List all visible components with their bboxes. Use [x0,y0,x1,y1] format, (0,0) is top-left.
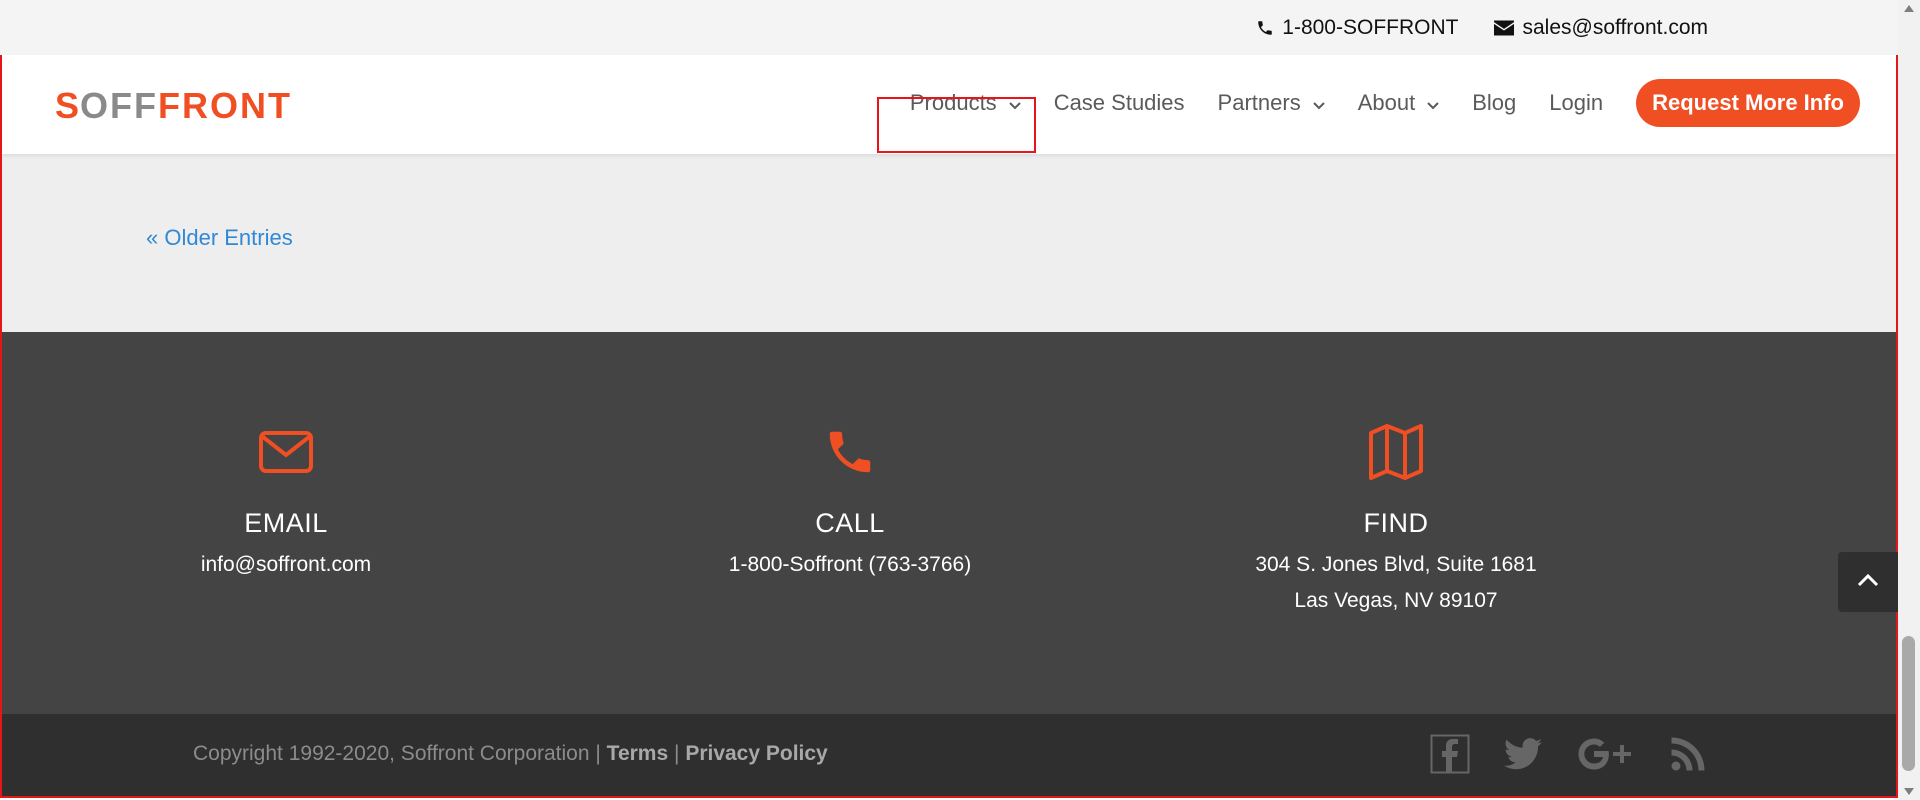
footer-find-column: FIND 304 S. Jones Blvd, Suite 1681 Las V… [1226,422,1566,613]
terms-link[interactable]: Terms [607,742,668,765]
map-icon [1226,422,1566,482]
soffront-logo[interactable]: S OFF FRONT [55,85,292,127]
nav-item-label: Blog [1472,90,1517,115]
nav-item-label: About [1357,90,1416,115]
scrollbar-thumb[interactable] [1902,636,1915,771]
logo-off: OFF [80,85,158,126]
topbar-email-text: sales@soffront.com [1522,15,1708,39]
rss-icon[interactable] [1670,736,1706,777]
vertical-scrollbar[interactable] [1898,0,1920,800]
twitter-icon[interactable] [1504,738,1542,775]
chevron-down-icon [1312,90,1325,116]
products-highlight-box [877,97,1036,153]
back-to-top-button[interactable] [1838,552,1898,612]
footer-find-title: FIND [1363,508,1429,538]
copyright: Copyright 1992-2020, Soffront Corporatio… [193,742,828,766]
footer-email-column: EMAIL info@soffront.com [166,422,406,577]
topbar-email[interactable]: sales@soffront.com [1494,16,1708,40]
copyright-text: Copyright 1992-2020, Soffront Corporatio… [193,742,601,765]
top-contact-bar: 1-800-SOFFRONT sales@soffront.com [0,0,1898,55]
logo-front: FRONT [158,85,292,126]
nav-item-label: Login [1549,90,1604,115]
logo-s: S [55,85,81,126]
nav-item-login[interactable]: Login [1549,79,1603,127]
privacy-policy-link[interactable]: Privacy Policy [685,742,827,765]
footer: EMAIL info@soffront.com CALL 1-800-Soffr… [2,332,1896,714]
nav-item-label: Partners [1217,90,1301,115]
nav-item-blog[interactable]: Blog [1472,79,1516,127]
older-entries-link[interactable]: « Older Entries [146,225,293,251]
separator: | [674,742,680,765]
footer-email-title: EMAIL [244,508,328,538]
nav-item-case-studies[interactable]: Case Studies [1054,79,1185,127]
footer-call-column: CALL 1-800-Soffront (763-3766) [690,422,1010,577]
nav-item-about[interactable]: About [1358,79,1440,127]
footer-bottom-bar: Copyright 1992-2020, Soffront Corporatio… [2,714,1896,796]
topbar-phone[interactable]: 1-800-SOFFRONT [1256,16,1458,40]
envelope-icon [166,422,406,482]
nav-item-partners[interactable]: Partners [1218,79,1325,127]
facebook-icon[interactable] [1430,734,1470,779]
footer-address-line-1: 304 S. Jones Blvd, Suite 1681 [1255,553,1537,576]
social-links [1430,734,1706,779]
scroll-up-arrow-icon[interactable] [1904,5,1914,12]
topbar-phone-text: 1-800-SOFFRONT [1282,15,1459,39]
chevron-up-icon [1856,572,1880,593]
phone-icon [1256,18,1274,38]
footer-call-title: CALL [815,508,885,538]
envelope-icon [1494,20,1515,36]
scroll-down-arrow-icon[interactable] [1904,788,1914,795]
footer-phone-number[interactable]: 1-800-Soffront (763-3766) [690,553,1010,577]
main-content: « Older Entries [2,154,1896,332]
chevron-down-icon [1427,90,1439,116]
footer-address-line-2: Las Vegas, NV 89107 [1294,589,1498,612]
google-plus-icon[interactable] [1576,736,1636,777]
footer-email-address[interactable]: info@soffront.com [166,553,406,577]
phone-icon [690,422,1010,482]
request-more-info-button[interactable]: Request More Info [1636,79,1860,127]
nav-item-label: Case Studies [1053,90,1185,115]
